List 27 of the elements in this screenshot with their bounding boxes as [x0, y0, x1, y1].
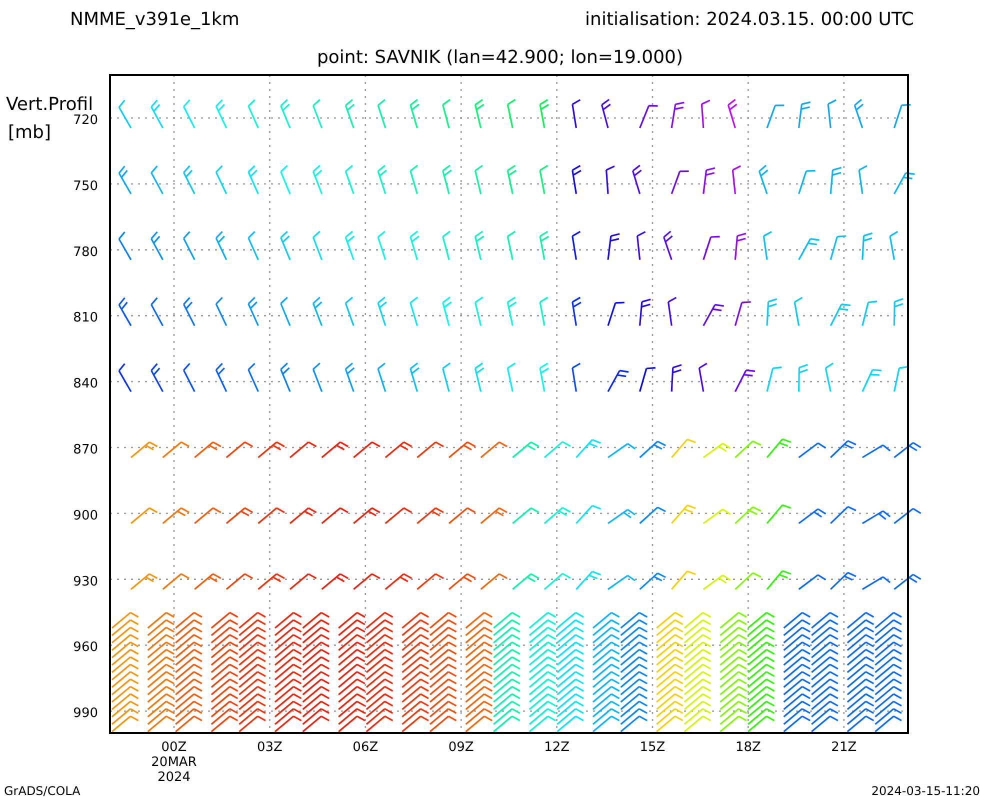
- timestamp: 2024-03-15-11:20: [871, 784, 980, 798]
- y-tick-label: 930: [73, 574, 98, 590]
- initialisation-time: initialisation: 2024.03.15. 00:00 UTC: [585, 9, 914, 30]
- y-tick-label: 750: [73, 178, 98, 194]
- x-tick-label: 15Z: [640, 740, 666, 755]
- y-tick-label: 810: [73, 310, 98, 326]
- y-tick-label: 840: [73, 376, 98, 392]
- x-tick-label: 03Z: [256, 740, 282, 755]
- x-tick-label: 06Z: [352, 740, 378, 755]
- x-tick-label: 21Z: [831, 740, 857, 755]
- x-date-label: 2024: [157, 770, 191, 785]
- x-date-label: 20MAR: [151, 755, 197, 770]
- y-tick-label: 870: [73, 442, 98, 458]
- x-tick-label: 18Z: [735, 740, 761, 755]
- y-axis-title: Vert.Profil: [6, 94, 94, 115]
- x-tick-label: 00Z: [161, 740, 187, 755]
- y-tick-label: 900: [73, 508, 98, 524]
- y-tick-label: 780: [73, 244, 98, 260]
- y-tick-label: 960: [73, 640, 98, 656]
- model-name: NMME_v391e_1km: [70, 9, 240, 30]
- y-tick-label: 990: [73, 706, 98, 722]
- chart-title: point: SAVNIK (lan=42.900; lon=19.000): [316, 47, 684, 68]
- software-credit: GrADS/COLA: [4, 784, 80, 798]
- y-axis-title: [mb]: [8, 122, 52, 143]
- x-tick-label: 12Z: [544, 740, 570, 755]
- x-tick-label: 09Z: [448, 740, 474, 755]
- y-tick-label: 720: [73, 113, 98, 128]
